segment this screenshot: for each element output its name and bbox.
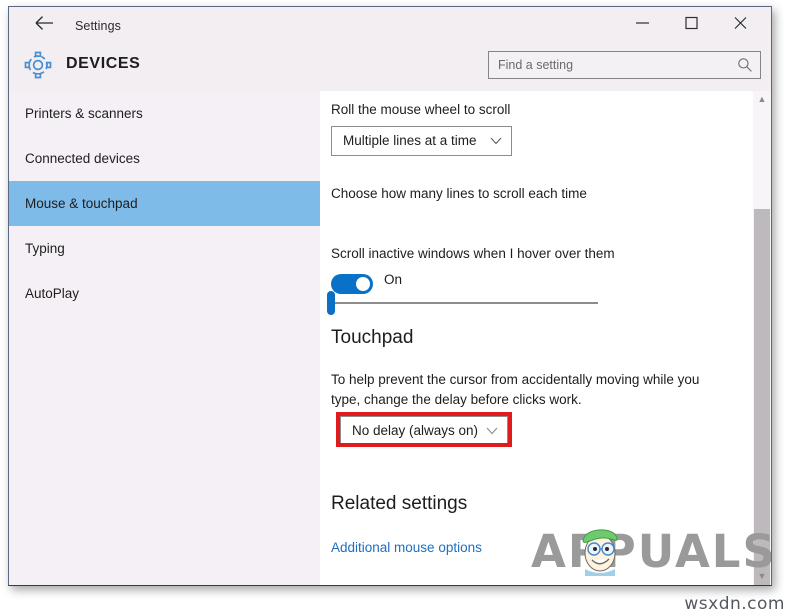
scrollbar-thumb[interactable] [754,209,770,585]
scroll-lines-label: Choose how many lines to scroll each tim… [331,186,587,201]
touchpad-heading: Touchpad [331,327,414,348]
sidebar-item-autoplay[interactable]: AutoPlay [9,271,320,316]
maximize-icon [685,16,698,30]
toggle-knob [356,277,370,291]
settings-window: Settings DEVICES Find a setting Printers… [8,6,772,586]
title-bar: Settings [9,7,771,45]
search-input[interactable] [498,52,723,78]
close-icon [734,17,747,29]
related-settings-heading: Related settings [331,493,468,514]
sidebar-item-label: Mouse & touchpad [25,196,138,211]
window-title: Settings [75,19,121,33]
sidebar: Printers & scanners Connected devices Mo… [9,91,320,585]
additional-mouse-options-link[interactable]: Additional mouse options [331,540,482,555]
minimize-button[interactable] [620,7,665,39]
scroll-up-button[interactable]: ▲ [753,91,771,108]
sidebar-item-label: Connected devices [25,151,140,166]
body-area: Printers & scanners Connected devices Mo… [9,91,771,585]
page-title: DEVICES [66,55,141,72]
sidebar-item-label: Printers & scanners [25,106,143,121]
magnifier-glyph [738,58,752,72]
scroll-lines-slider-track[interactable] [331,302,598,304]
page-header: DEVICES [9,45,771,91]
search-box[interactable] [488,51,761,79]
sidebar-item-typing[interactable]: Typing [9,226,320,271]
sidebar-item-connected-devices[interactable]: Connected devices [9,136,320,181]
maximize-button[interactable] [669,7,714,39]
scroll-down-button[interactable]: ▼ [753,568,771,585]
minimize-icon [636,22,649,24]
mouse-wheel-dropdown-value: Multiple lines at a time [343,133,477,148]
touchpad-description: To help prevent the cursor from accident… [331,372,700,407]
gear-icon [21,48,55,82]
scroll-inactive-toggle[interactable] [331,274,373,294]
back-arrow-icon[interactable] [27,15,61,39]
scroll-inactive-label: Scroll inactive windows when I hover ove… [331,246,615,261]
scroll-inactive-toggle-state: On [384,272,403,287]
search-icon [737,57,753,73]
sidebar-item-label: Typing [25,241,65,256]
sidebar-item-label: AutoPlay [25,286,80,301]
touchpad-delay-dropdown-value: No delay (always on) [352,423,479,438]
back-arrow-glyph [35,16,53,30]
gear-glyph [24,51,52,79]
chevron-down-icon [486,427,498,435]
sidebar-item-mouse-touchpad[interactable]: Mouse & touchpad [9,181,320,226]
settings-content-inner: Roll the mouse wheel to scroll Multiple … [320,91,753,585]
touchpad-delay-dropdown[interactable]: No delay (always on) [340,416,508,446]
sidebar-item-printers-scanners[interactable]: Printers & scanners [9,91,320,136]
mouse-wheel-label: Roll the mouse wheel to scroll [331,102,511,117]
chevron-down-icon [490,137,502,145]
site-watermark: wsxdn.com [684,594,785,614]
mouse-wheel-dropdown[interactable]: Multiple lines at a time [331,126,512,156]
settings-content: Roll the mouse wheel to scroll Multiple … [320,91,771,585]
scroll-lines-slider-thumb[interactable] [327,291,335,315]
content-scrollbar[interactable]: ▲ ▼ [753,91,771,585]
close-button[interactable] [718,7,763,39]
